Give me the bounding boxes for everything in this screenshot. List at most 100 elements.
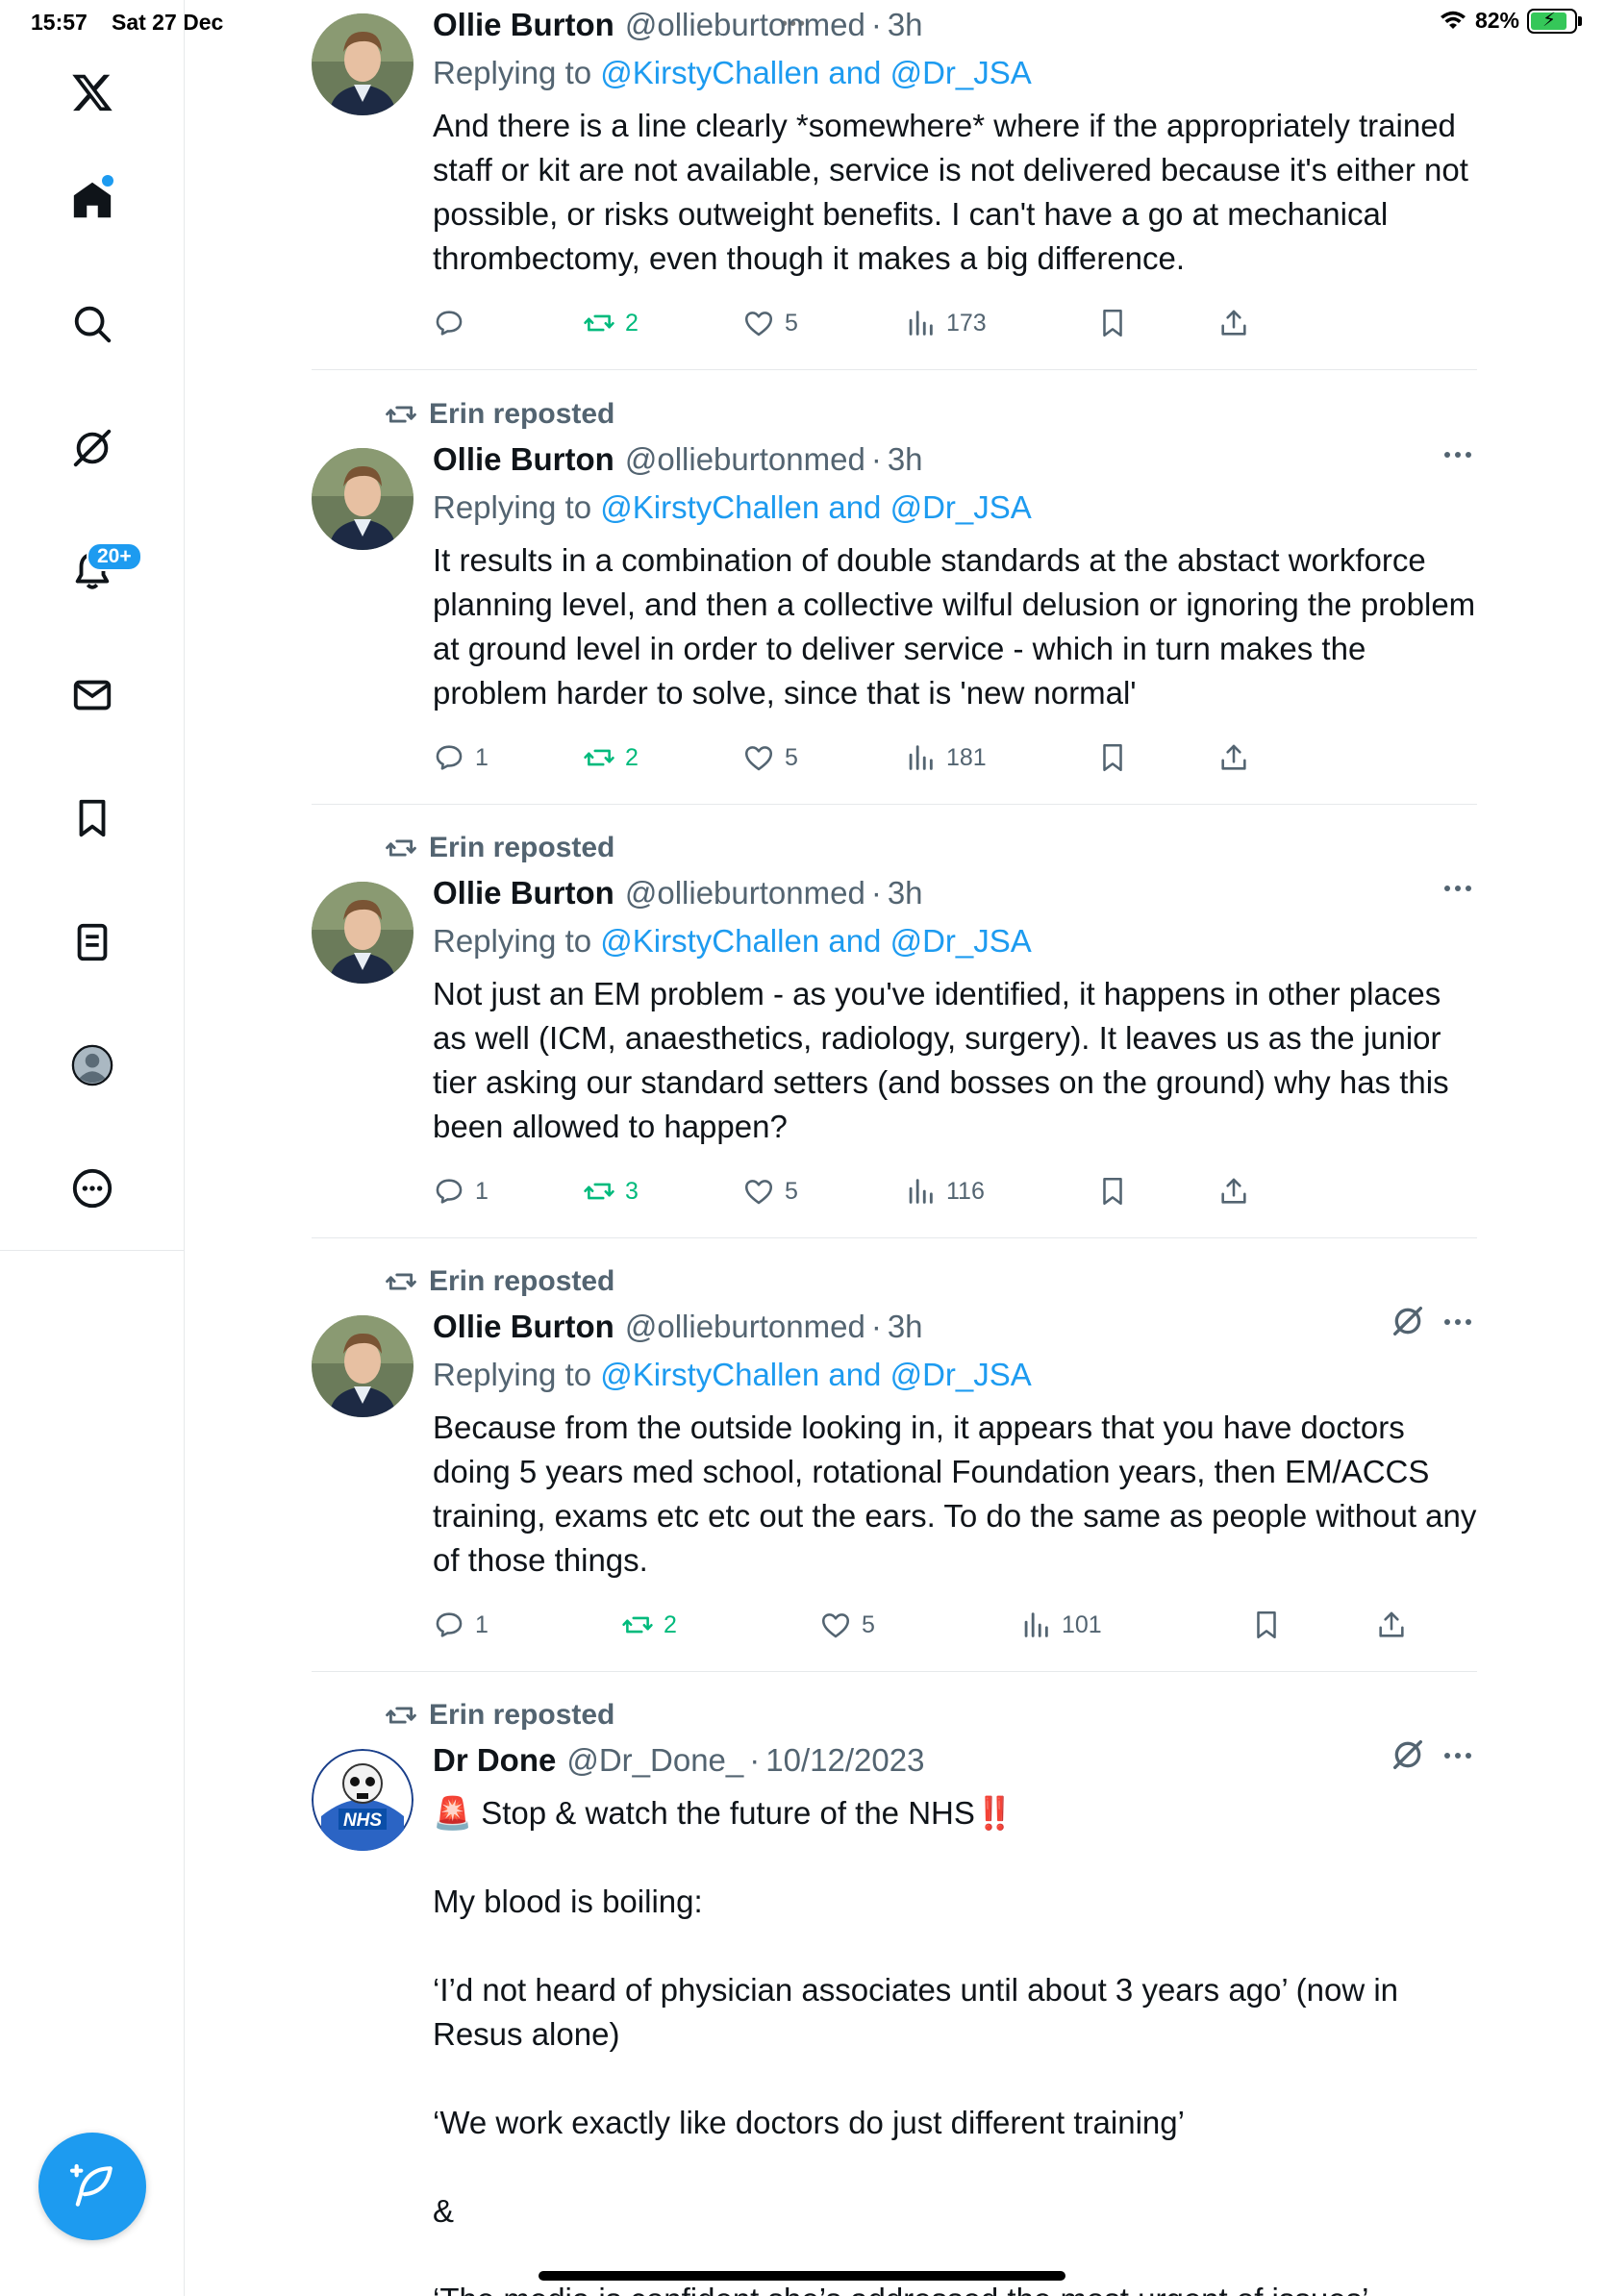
bookmark-button[interactable] xyxy=(1250,1606,1283,1644)
x-logo-icon[interactable] xyxy=(58,58,127,127)
reply-icon xyxy=(436,1612,463,1637)
grok-icon[interactable] xyxy=(58,413,127,483)
share-button[interactable] xyxy=(1217,304,1250,342)
share-button[interactable] xyxy=(1217,1172,1250,1210)
heart-icon xyxy=(744,1180,773,1205)
avatar[interactable] xyxy=(312,448,414,550)
reposted-by-label[interactable]: Erin reposted xyxy=(429,398,614,431)
tweet-body: Ollie Burton @ollieburtonmed · 3h Replyi… xyxy=(433,872,1477,1149)
avatar[interactable] xyxy=(312,13,414,115)
search-icon[interactable] xyxy=(58,289,127,359)
replying-to-users[interactable]: @KirstyChallen and @Dr_JSA xyxy=(600,923,1032,959)
repost-count: 2 xyxy=(625,743,639,771)
bookmarks-icon[interactable] xyxy=(58,784,127,853)
share-icon xyxy=(1221,310,1246,336)
reposted-by-label[interactable]: Erin reposted xyxy=(429,1265,614,1298)
reply-button[interactable]: 1 xyxy=(433,738,489,777)
bookmark-button[interactable] xyxy=(1096,1172,1129,1210)
author-name[interactable]: Ollie Burton xyxy=(433,438,614,481)
views-button[interactable]: 116 xyxy=(904,1172,985,1210)
home-icon[interactable] xyxy=(58,165,127,235)
author-handle[interactable]: @ollieburtonmed xyxy=(625,438,865,481)
repost-button[interactable]: 2 xyxy=(621,1606,677,1644)
author-name[interactable]: Ollie Burton xyxy=(433,4,614,46)
bookmark-button[interactable] xyxy=(1096,738,1129,777)
tweet-text: Because from the outside looking in, it … xyxy=(433,1410,1486,1578)
tweet-time: 3h xyxy=(887,441,923,477)
bookmark-button[interactable] xyxy=(1096,304,1129,342)
author-handle[interactable]: @Dr_Done_ xyxy=(566,1739,743,1782)
views-button[interactable]: 173 xyxy=(904,304,987,342)
repost-icon xyxy=(622,1616,653,1634)
reply-button[interactable]: 1 xyxy=(433,1606,489,1644)
author-name[interactable]: Ollie Burton xyxy=(433,872,614,914)
author-handle[interactable]: @ollieburtonmed xyxy=(625,1306,865,1348)
views-button[interactable]: 101 xyxy=(1019,1606,1102,1644)
tweet-body: Ollie Burton @ollieburtonmed · 3h Replyi… xyxy=(433,1306,1477,1583)
svg-text:NHS: NHS xyxy=(343,1810,382,1831)
bookmark-icon xyxy=(1103,743,1122,772)
replying-to-users[interactable]: @KirstyChallen and @Dr_JSA xyxy=(600,489,1032,525)
repost-button[interactable]: 3 xyxy=(583,1172,639,1210)
share-button[interactable] xyxy=(1375,1606,1408,1644)
views-button[interactable]: 181 xyxy=(904,738,987,777)
author-handle[interactable]: @ollieburtonmed xyxy=(625,872,865,914)
tweet-body: Ollie Burton @ollieburtonmed · 3h Replyi… xyxy=(433,4,1477,281)
profile-avatar-icon[interactable] xyxy=(58,1031,127,1100)
nav-rail: 20+ xyxy=(0,0,185,2296)
tweet-actions: 1 2 5 101 xyxy=(433,1606,1477,1644)
repost-small-icon xyxy=(386,406,416,423)
tweet-time: 10/12/2023 xyxy=(765,1742,925,1778)
reply-button[interactable] xyxy=(433,304,475,342)
reposted-by-label[interactable]: Erin reposted xyxy=(429,832,614,864)
view-count: 173 xyxy=(946,309,987,337)
like-count: 5 xyxy=(785,743,798,771)
tweet-time: 3h xyxy=(887,1309,923,1344)
tweet-separator xyxy=(312,1671,1477,1672)
avatar[interactable] xyxy=(312,1315,414,1417)
replying-to-prefix: Replying to xyxy=(433,55,601,90)
author-handle[interactable]: @ollieburtonmed xyxy=(625,4,865,46)
lists-icon[interactable] xyxy=(58,908,127,977)
tweet-separator xyxy=(312,369,1477,370)
more-options-icon[interactable] xyxy=(58,1154,127,1223)
tweet-text: It results in a combination of double st… xyxy=(433,542,1485,711)
author-name[interactable]: Ollie Burton xyxy=(433,1306,614,1348)
replying-to: Replying to @KirstyChallen and @Dr_JSA xyxy=(433,487,1477,529)
replying-to: Replying to @KirstyChallen and @Dr_JSA xyxy=(433,1354,1477,1396)
replying-to-users[interactable]: @KirstyChallen and @Dr_JSA xyxy=(600,1357,1032,1392)
compose-feather-icon xyxy=(69,2163,113,2207)
repost-count: 2 xyxy=(664,1610,677,1638)
like-button[interactable]: 5 xyxy=(742,738,798,777)
view-count: 181 xyxy=(946,743,987,771)
avatar[interactable] xyxy=(312,882,414,984)
replying-to-users[interactable]: @KirstyChallen and @Dr_JSA xyxy=(600,55,1032,90)
tweet-header: Ollie Burton @ollieburtonmed · 3h xyxy=(433,1306,1477,1348)
tweet-text: 🚨 Stop & watch the future of the NHS‼️ M… xyxy=(433,1795,1399,2296)
like-count: 5 xyxy=(862,1610,875,1638)
reply-count: 1 xyxy=(475,743,489,771)
author-name[interactable]: Dr Done xyxy=(433,1739,556,1782)
share-button[interactable] xyxy=(1217,738,1250,777)
repost-button[interactable]: 2 xyxy=(583,738,639,777)
repost-button[interactable]: 2 xyxy=(583,304,639,342)
view-count: 116 xyxy=(946,1177,985,1205)
messages-icon[interactable] xyxy=(58,661,127,730)
tweet-text: And there is a line clearly *somewhere* … xyxy=(433,108,1478,276)
compose-button[interactable] xyxy=(38,2133,146,2240)
repost-count: 3 xyxy=(625,1177,639,1205)
tweet-text: Not just an EM problem - as you've ident… xyxy=(433,976,1458,1144)
tweet-actions: 1 3 5 116 xyxy=(433,1172,1477,1210)
repost-small-icon xyxy=(386,1273,416,1290)
tweet-actions: 1 2 5 181 xyxy=(433,738,1477,777)
avatar[interactable]: NHS xyxy=(312,1749,414,1851)
reposted-by-label[interactable]: Erin reposted xyxy=(429,1699,614,1732)
like-button[interactable]: 5 xyxy=(742,1172,798,1210)
battery-percent: 82% xyxy=(1474,8,1519,33)
replying-to-prefix: Replying to xyxy=(433,923,601,959)
heart-icon xyxy=(744,746,773,771)
like-button[interactable]: 5 xyxy=(819,1606,875,1644)
heart-icon xyxy=(744,312,773,337)
like-button[interactable]: 5 xyxy=(742,304,798,342)
reply-button[interactable]: 1 xyxy=(433,1172,489,1210)
